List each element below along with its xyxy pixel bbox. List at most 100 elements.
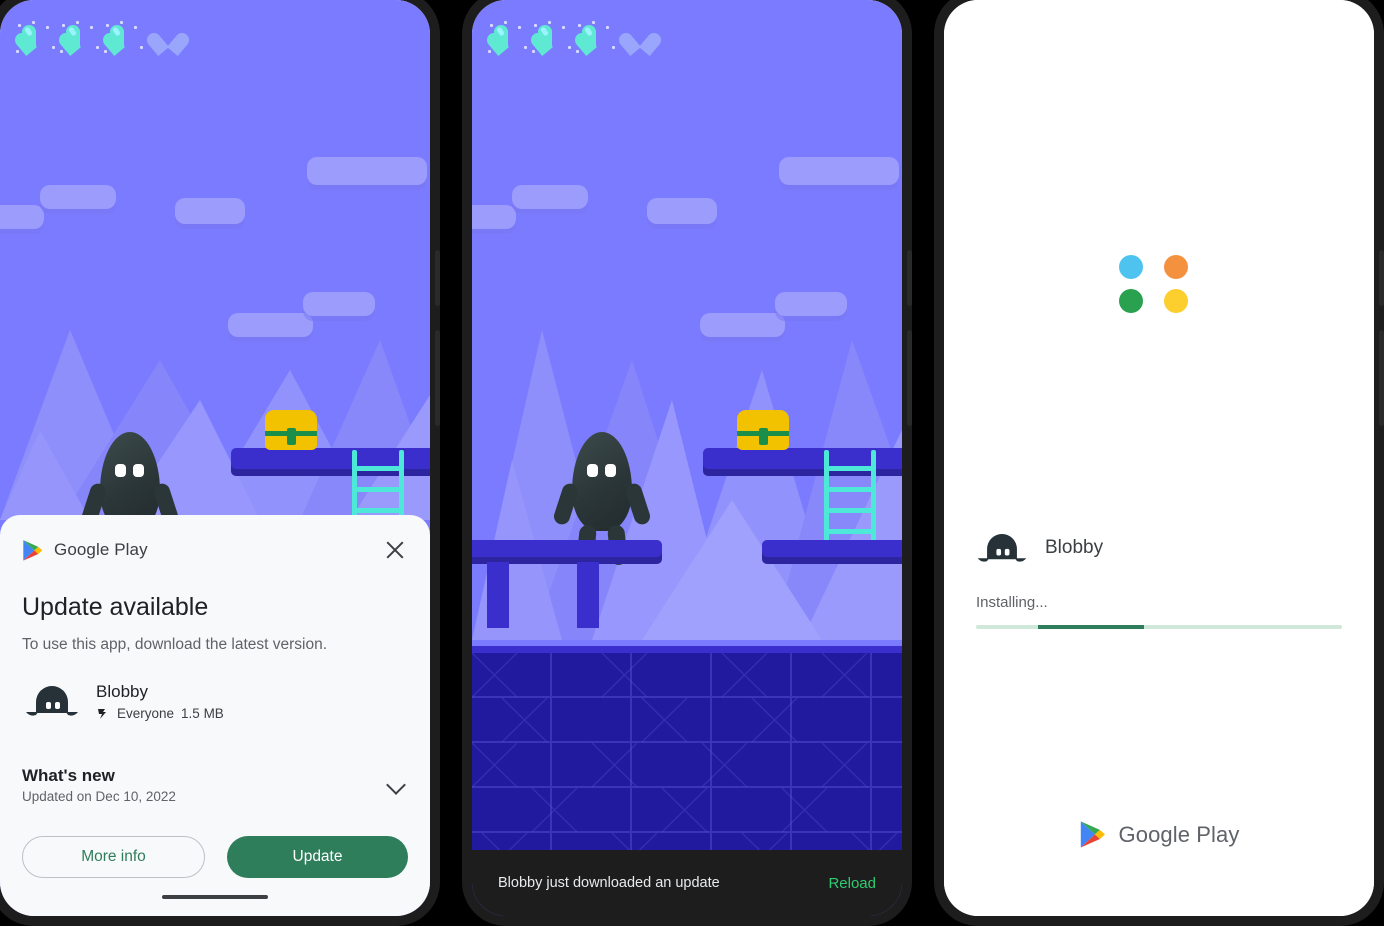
sparkle — [46, 26, 49, 29]
sparkle — [490, 24, 493, 27]
cloud-platform — [175, 198, 245, 224]
sparkle — [120, 21, 123, 24]
blob-eye-left — [586, 464, 598, 478]
snackbar-message: Blobby just downloaded an update — [498, 875, 720, 891]
cloud-platform — [228, 313, 313, 337]
whats-new-date: Updated on Dec 10, 2022 — [22, 789, 176, 804]
treasure-chest[interactable] — [265, 410, 317, 450]
install-status: Installing... — [976, 594, 1048, 611]
heart-full — [12, 21, 55, 56]
sparkle — [52, 46, 55, 49]
chest-lock — [758, 427, 768, 445]
more-info-button[interactable]: More info — [22, 836, 205, 878]
sparkle — [96, 46, 99, 49]
cloud-platform — [40, 185, 116, 209]
ladder-rung — [352, 466, 404, 471]
screenshot-stage: Google Play Update available To use this… — [0, 0, 1384, 926]
blob-eye-left — [114, 464, 126, 478]
sparkle — [578, 24, 581, 27]
app-meta: Blobby Everyone 1.5 MB — [96, 681, 224, 721]
health-hearts-2 — [484, 21, 664, 56]
update-snackbar: Blobby just downloaded an update Reload — [472, 850, 902, 916]
heart-full — [528, 21, 571, 56]
heart-full — [100, 21, 143, 56]
cloud-platform — [779, 157, 899, 185]
treasure-chest[interactable] — [737, 410, 789, 450]
sparkle — [524, 46, 527, 49]
health-hearts-1 — [12, 21, 192, 56]
sparkle — [90, 26, 93, 29]
cloud-platform — [700, 313, 785, 337]
platform-pillar — [577, 562, 599, 628]
google-play-icon — [1080, 821, 1105, 848]
google-play-label: Google Play — [54, 540, 148, 559]
sparkle — [562, 26, 565, 29]
blobby-app-icon — [26, 686, 78, 716]
sparkle — [532, 50, 535, 53]
google-play-brand: Google Play — [22, 539, 148, 562]
app-name: Blobby — [96, 681, 148, 701]
reload-button[interactable]: Reload — [828, 875, 876, 892]
blue-dot — [1119, 255, 1143, 279]
whats-new-row[interactable]: What's new Updated on Dec 10, 2022 — [22, 766, 408, 804]
ladder-rung — [352, 508, 404, 513]
sparkle — [18, 24, 21, 27]
sparkle — [576, 50, 579, 53]
sparkle — [140, 46, 143, 49]
sparkle — [16, 50, 19, 53]
sparkle — [488, 50, 491, 53]
update-button[interactable]: Update — [227, 836, 408, 878]
phone-snackbar: Blobby just downloaded an update Reload — [462, 0, 912, 926]
sparkle — [548, 21, 551, 24]
sparkle — [568, 46, 571, 49]
cloud-platform — [0, 205, 44, 229]
dialog-title: Update available — [22, 593, 209, 621]
power-button[interactable] — [435, 330, 440, 426]
green-dot — [1119, 289, 1143, 313]
blobby-character[interactable] — [552, 432, 652, 567]
phone3-screen: Blobby Installing... Google Play — [944, 0, 1374, 916]
ladder-rung — [824, 508, 876, 513]
google-play-footer-brand: Google Play — [944, 820, 1374, 849]
power-button[interactable] — [907, 330, 912, 426]
sparkle — [104, 50, 107, 53]
ladder-rung — [824, 487, 876, 492]
close-icon[interactable] — [382, 537, 408, 563]
whats-new-title: What's new — [22, 766, 115, 785]
volume-button[interactable] — [907, 250, 912, 306]
blob-torso — [571, 432, 633, 531]
google-play-icon — [23, 539, 43, 561]
stone-platform — [472, 540, 662, 564]
stone-platform — [762, 540, 902, 564]
chevron-down-icon[interactable] — [386, 774, 408, 796]
sparkle — [518, 26, 521, 29]
blob-eye-right — [132, 464, 144, 478]
volume-button[interactable] — [435, 250, 440, 306]
game-scene-2 — [472, 0, 902, 916]
app-size: 1.5 MB — [181, 706, 224, 722]
orange-dot — [1164, 255, 1188, 279]
blobby-app-icon — [977, 534, 1027, 562]
cloud-platform — [303, 292, 375, 316]
sparkle — [32, 21, 35, 24]
app-submeta: Everyone 1.5 MB — [96, 706, 224, 721]
cloud-platform — [307, 157, 427, 185]
phone-update-dialog: Google Play Update available To use this… — [0, 0, 440, 926]
blob-eye-right — [604, 464, 616, 478]
ground-cap — [472, 646, 902, 653]
volume-button[interactable] — [1379, 250, 1384, 306]
progress-fill — [1038, 625, 1145, 629]
phone2-screen: Blobby just downloaded an update Reload — [472, 0, 902, 916]
install-splash: Blobby Installing... Google Play — [944, 0, 1374, 916]
dialog-header: Google Play — [22, 537, 408, 563]
heart-full — [56, 21, 99, 56]
ladder-rung — [824, 466, 876, 471]
power-button[interactable] — [1379, 330, 1384, 426]
cloud-platform — [512, 185, 588, 209]
google-play-loading-dots — [1119, 255, 1199, 313]
ladder-rung — [824, 529, 876, 534]
dialog-subtitle: To use this app, download the latest ver… — [22, 636, 328, 653]
yellow-dot — [1164, 289, 1188, 313]
sparkle — [134, 26, 137, 29]
sparkle — [60, 50, 63, 53]
